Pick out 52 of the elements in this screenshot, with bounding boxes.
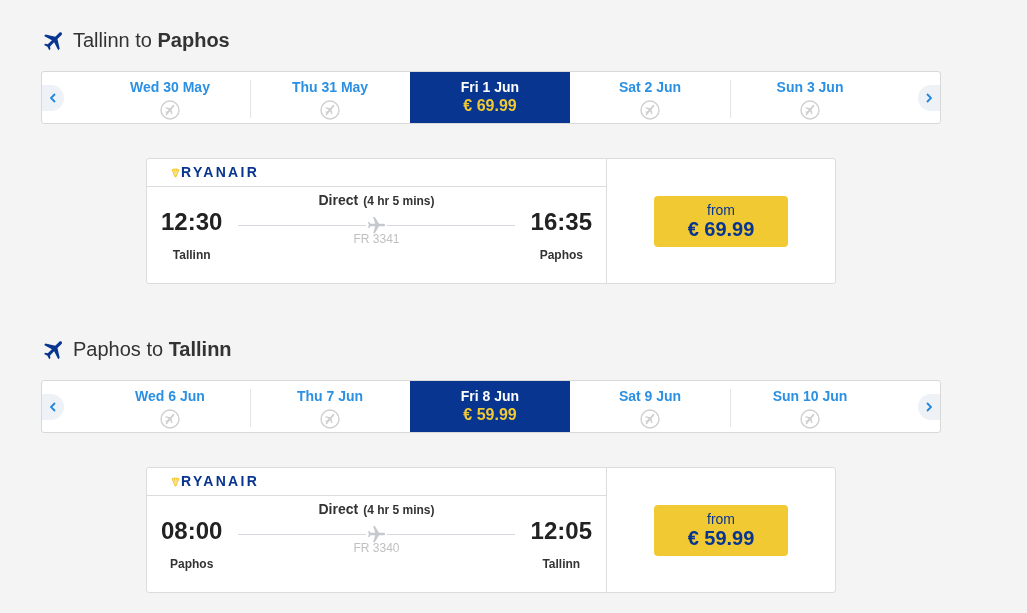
- route-title: Tallinn to Paphos: [73, 28, 230, 52]
- next-dates-button[interactable]: [918, 393, 940, 420]
- date-tab[interactable]: Sat 2 Jun: [570, 72, 730, 123]
- airline-logo-text: RYANAIR: [181, 165, 260, 180]
- date-tab[interactable]: Wed 30 May: [90, 72, 250, 123]
- date-tab[interactable]: Sat 9 Jun: [570, 381, 730, 432]
- price-button[interactable]: from € 59.99: [654, 504, 788, 556]
- date-tab[interactable]: Sun 10 Jun: [730, 381, 890, 432]
- chevron-right-icon: [926, 401, 932, 412]
- stops-label: Direct: [318, 192, 359, 208]
- route-title: Paphos to Tallinn: [73, 337, 232, 361]
- no-flights-icon: [320, 409, 340, 429]
- departure-time: 08:00: [161, 519, 223, 543]
- arrival-city: Paphos: [539, 249, 583, 262]
- no-flights-icon: [640, 100, 660, 120]
- airplane-icon: [368, 525, 385, 543]
- date-tab[interactable]: Wed 6 Jun: [90, 381, 250, 432]
- duration-label: (4 hr 5 mins): [363, 193, 435, 209]
- departure-city: Paphos: [170, 558, 214, 571]
- arrival-city: Tallinn: [542, 558, 581, 571]
- no-flights-icon: [320, 100, 340, 120]
- harp-logo-icon: [171, 167, 180, 178]
- flight-number: FR 3340: [353, 542, 400, 555]
- chevron-left-icon: [50, 92, 56, 103]
- airline-logo-text: RYANAIR: [181, 474, 260, 489]
- arrival-time: 12:05: [530, 519, 592, 543]
- no-flights-icon: [800, 100, 820, 120]
- harp-logo-icon: [171, 476, 180, 487]
- airplane-icon: [44, 338, 65, 360]
- departure-time: 12:30: [161, 210, 223, 234]
- chevron-left-icon: [50, 401, 56, 412]
- previous-dates-button[interactable]: [42, 84, 64, 111]
- date-tab[interactable]: Sun 3 Jun: [730, 72, 890, 123]
- airplane-icon: [44, 29, 65, 51]
- flight-number: FR 3341: [353, 233, 400, 246]
- chevron-right-icon: [926, 92, 932, 103]
- stops-label: Direct: [318, 501, 359, 517]
- date-tab[interactable]: Thu 31 May: [250, 72, 410, 123]
- departure-city: Tallinn: [172, 249, 211, 262]
- date-tab[interactable]: Fri 8 Jun € 59.99: [410, 381, 570, 432]
- no-flights-icon: [800, 409, 820, 429]
- previous-dates-button[interactable]: [42, 393, 64, 420]
- duration-label: (4 hr 5 mins): [363, 502, 435, 518]
- next-dates-button[interactable]: [918, 84, 940, 111]
- date-tab[interactable]: Fri 1 Jun € 69.99: [410, 72, 570, 123]
- price-button[interactable]: from € 69.99: [654, 195, 788, 247]
- no-flights-icon: [160, 409, 180, 429]
- no-flights-icon: [640, 409, 660, 429]
- airplane-icon: [368, 216, 385, 234]
- date-tab[interactable]: Thu 7 Jun: [250, 381, 410, 432]
- arrival-time: 16:35: [530, 210, 592, 234]
- no-flights-icon: [160, 100, 180, 120]
